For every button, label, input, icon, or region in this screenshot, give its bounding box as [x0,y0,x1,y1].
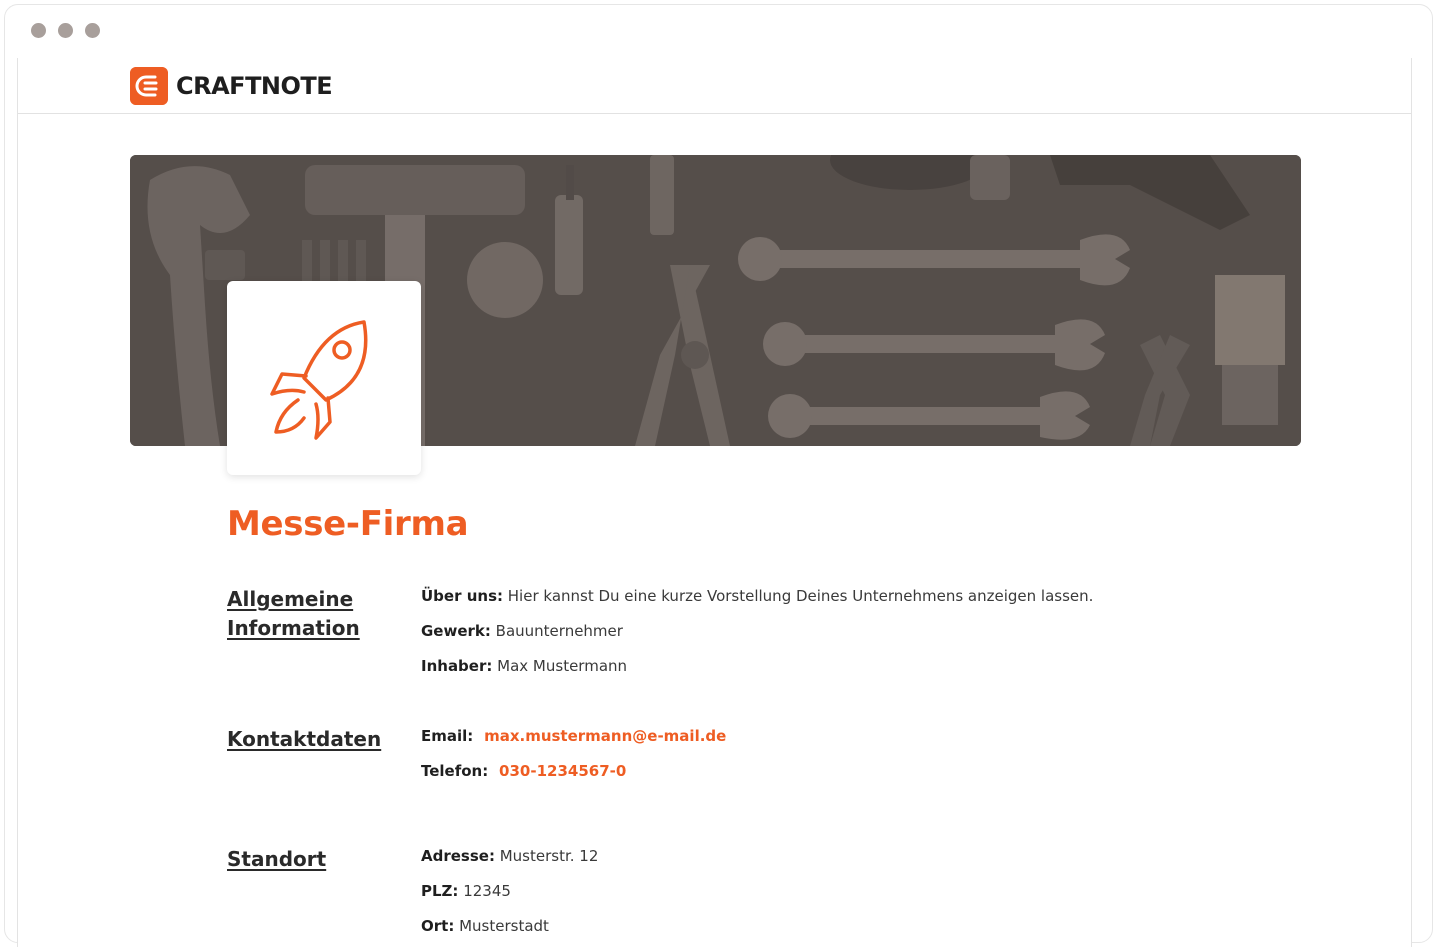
zip-label: PLZ: [421,882,459,900]
address-value: Musterstr. 12 [499,847,599,865]
city-label: Ort: [421,917,455,935]
zip-value: 12345 [463,882,511,900]
window-close-dot[interactable] [31,23,46,38]
about-row: Über uns: Hier kannst Du eine kurze Vors… [421,587,1093,605]
phone-link[interactable]: 030-1234567-0 [499,762,626,780]
company-name: Messe-Firma [227,504,469,544]
address-label: Adresse: [421,847,495,865]
page-viewport: CRAFTNOTE Messe-Firma Allgemeine Informa… [17,58,1412,947]
brand-name: CRAFTNOTE [176,72,333,100]
address-row: Adresse: Musterstr. 12 [421,847,598,865]
email-link[interactable]: max.mustermann@e-mail.de [484,727,726,745]
phone-row: Telefon: 030-1234567-0 [421,762,626,780]
owner-row: Inhaber: Max Mustermann [421,657,627,675]
trade-value: Bauunternehmer [495,622,623,640]
window-maximize-dot[interactable] [85,23,100,38]
company-logo-card [227,281,421,475]
phone-label: Telefon: [421,762,489,780]
owner-value: Max Mustermann [497,657,628,675]
city-row: Ort: Musterstadt [421,917,549,935]
top-navigation-bar: CRAFTNOTE [18,58,1411,114]
trade-row: Gewerk: Bauunternehmer [421,622,623,640]
trade-label: Gewerk: [421,622,491,640]
section-title-general[interactable]: Allgemeine Information [227,585,397,643]
brand-logo[interactable]: CRAFTNOTE [130,67,333,105]
city-value: Musterstadt [459,917,549,935]
craftnote-logo-icon [130,67,168,105]
email-label: Email: [421,727,474,745]
section-title-contact[interactable]: Kontaktdaten [227,725,397,754]
about-value: Hier kannst Du eine kurze Vorstellung De… [507,587,1094,605]
zip-row: PLZ: 12345 [421,882,511,900]
section-title-location[interactable]: Standort [227,845,397,874]
rocket-icon [270,320,368,440]
window-minimize-dot[interactable] [58,23,73,38]
about-label: Über uns: [421,587,503,605]
email-row: Email: max.mustermann@e-mail.de [421,727,726,745]
window-controls [31,23,100,38]
owner-label: Inhaber: [421,657,493,675]
